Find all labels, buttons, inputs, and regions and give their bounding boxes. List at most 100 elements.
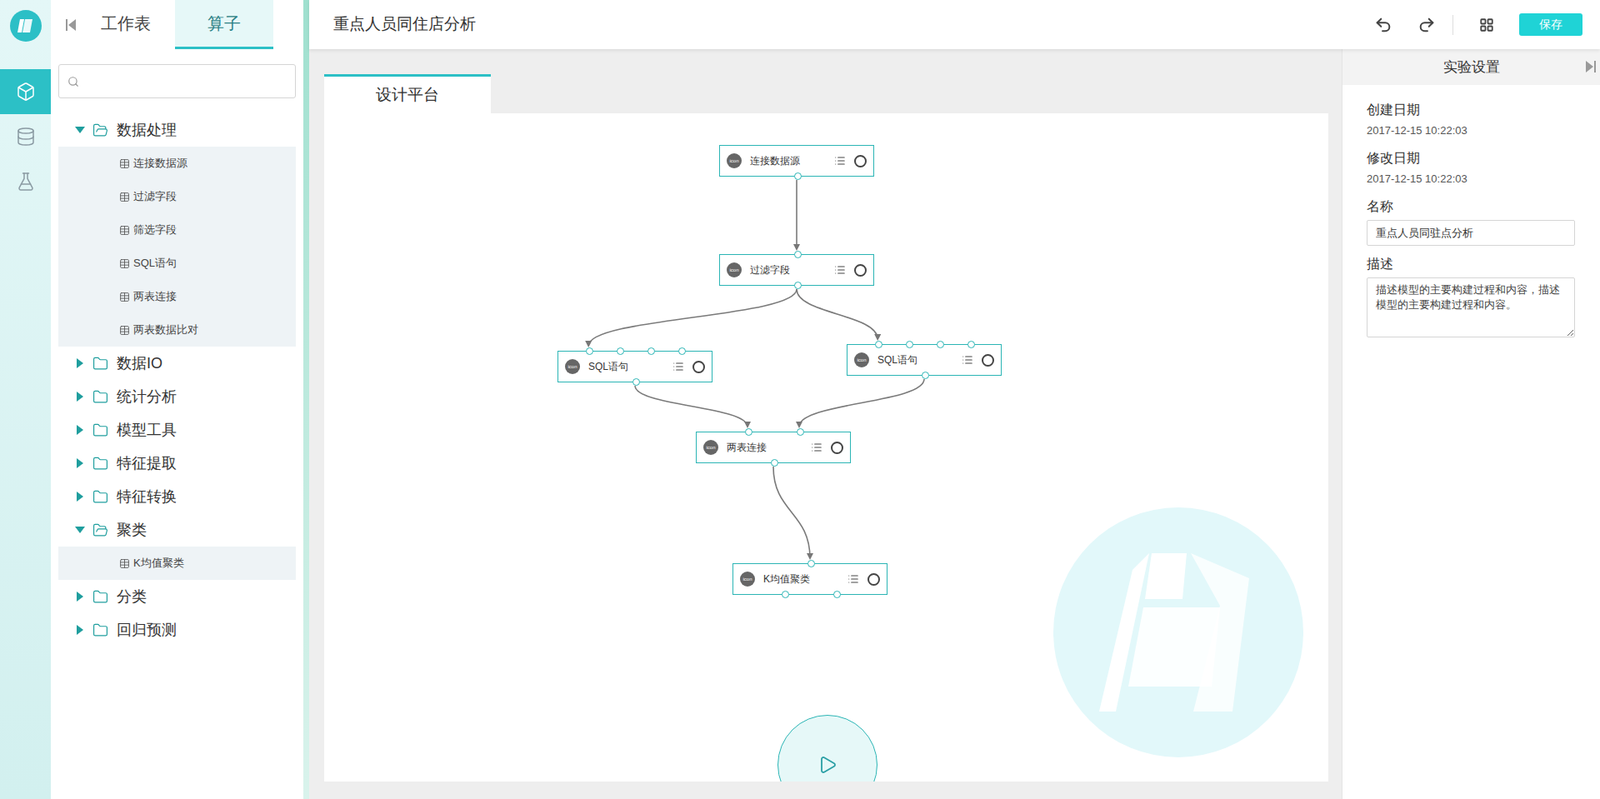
- list-icon[interactable]: [834, 155, 846, 167]
- operator-item[interactable]: 过滤字段: [58, 180, 296, 214]
- undo-icon[interactable]: [1374, 15, 1393, 35]
- caret-right-icon[interactable]: [74, 390, 86, 403]
- list-icon[interactable]: [847, 573, 860, 585]
- collapse-icon[interactable]: [65, 18, 77, 32]
- page-title: 重点人员同住店分析: [333, 12, 476, 37]
- diagram-node[interactable]: icon过滤字段: [719, 254, 875, 286]
- edge[interactable]: [799, 379, 925, 427]
- operator-item[interactable]: 筛选字段: [58, 213, 296, 247]
- caret-right-icon[interactable]: [74, 424, 86, 436]
- input-port[interactable]: [616, 347, 625, 355]
- diagram-node[interactable]: icon连接数据源: [719, 145, 875, 177]
- folder-row[interactable]: 模型工具: [50, 413, 304, 447]
- input-port[interactable]: [807, 560, 815, 568]
- caret-down-icon[interactable]: [74, 524, 86, 536]
- tree-folder: 特征转换: [50, 480, 304, 514]
- redo-icon[interactable]: [1417, 15, 1436, 35]
- output-port[interactable]: [632, 378, 640, 386]
- main: 重点人员同住店分析保存设计平台icon连接数据源icon过滤字段iconSQL语…: [309, 0, 1600, 799]
- caret-right-icon[interactable]: [74, 490, 86, 503]
- input-port[interactable]: [794, 250, 802, 259]
- input-port[interactable]: [585, 347, 594, 355]
- caret-right-icon[interactable]: [74, 457, 86, 470]
- panel-tab[interactable]: 工作表: [76, 0, 175, 50]
- operator-item[interactable]: SQL语句: [58, 246, 296, 280]
- caret-right-icon[interactable]: [74, 357, 86, 370]
- field-label: 修改日期: [1366, 148, 1576, 169]
- caret-right-icon[interactable]: [74, 624, 86, 636]
- diagram-node[interactable]: iconSQL语句: [846, 344, 1002, 376]
- node-status: [981, 354, 995, 367]
- output-port[interactable]: [794, 172, 802, 180]
- canvas-tab[interactable]: 设计平台: [324, 74, 491, 114]
- folder-row[interactable]: 数据IO: [50, 346, 304, 380]
- operator-item[interactable]: K均值聚类: [58, 546, 296, 580]
- edge[interactable]: [795, 180, 798, 250]
- nav-item[interactable]: [0, 114, 51, 160]
- run-button[interactable]: [777, 715, 878, 782]
- list-icon[interactable]: [810, 441, 823, 454]
- nav-item[interactable]: [0, 159, 51, 205]
- node-status: [867, 573, 880, 586]
- input-port[interactable]: [745, 428, 753, 436]
- input-port[interactable]: [678, 347, 686, 355]
- input-port[interactable]: [905, 340, 914, 349]
- folder-row[interactable]: 统计分析: [50, 380, 304, 414]
- design-canvas[interactable]: icon连接数据源icon过滤字段iconSQL语句iconSQL语句icon两…: [324, 113, 1329, 782]
- folder-row[interactable]: 特征转换: [50, 480, 304, 514]
- folder-row[interactable]: 特征提取: [50, 446, 304, 480]
- settings-field: 名称: [1366, 196, 1576, 246]
- folder-label: 统计分析: [116, 385, 177, 409]
- nav-bar: [0, 0, 51, 799]
- description-textarea[interactable]: 描述模型的主要构建过程和内容，描述模型的主要构建过程和内容。: [1366, 277, 1575, 338]
- folder-row[interactable]: 回归预测: [50, 613, 304, 647]
- input-port[interactable]: [647, 347, 655, 355]
- caret-right-icon[interactable]: [74, 590, 86, 603]
- save-button[interactable]: 保存: [1519, 13, 1583, 36]
- folder-label: 模型工具: [116, 419, 177, 442]
- node-label: SQL语句: [588, 359, 665, 375]
- operator-item[interactable]: 两表连接: [58, 280, 296, 314]
- diagram-node[interactable]: icon两表连接: [695, 431, 851, 464]
- name-input[interactable]: [1366, 220, 1575, 246]
- folder-icon: [92, 355, 109, 372]
- edge[interactable]: [796, 289, 878, 340]
- panel-tab[interactable]: 算子: [175, 0, 274, 50]
- output-port[interactable]: [921, 371, 930, 380]
- list-icon[interactable]: [834, 264, 846, 276]
- output-port[interactable]: [770, 459, 779, 467]
- collapse-right-icon[interactable]: [1585, 60, 1597, 74]
- settings-panel: 实验设置创建日期2017-12-15 10:22:03修改日期2017-12-1…: [1341, 49, 1600, 799]
- panel-divider[interactable]: [303, 0, 310, 799]
- nav-item[interactable]: [0, 69, 51, 115]
- node-icon: icon: [565, 359, 580, 375]
- node-icon: icon: [740, 571, 755, 587]
- table-icon: [119, 158, 130, 170]
- edge[interactable]: [635, 385, 748, 427]
- diagram-node[interactable]: iconK均值聚类: [732, 563, 888, 595]
- edge[interactable]: [588, 289, 797, 346]
- list-icon[interactable]: [961, 354, 974, 366]
- node-status: [830, 441, 844, 455]
- input-port[interactable]: [967, 340, 975, 349]
- input-port[interactable]: [875, 340, 883, 349]
- node-icon: icon: [726, 262, 742, 278]
- output-port[interactable]: [833, 590, 841, 599]
- output-port[interactable]: [781, 590, 790, 599]
- list-icon[interactable]: [672, 360, 685, 373]
- logo-icon[interactable]: [9, 9, 43, 43]
- search-input[interactable]: [84, 72, 287, 90]
- operator-item[interactable]: 连接数据源: [58, 146, 296, 180]
- input-port[interactable]: [796, 428, 805, 436]
- grid-icon[interactable]: [1479, 17, 1495, 33]
- output-port[interactable]: [794, 281, 802, 290]
- caret-down-icon[interactable]: [74, 124, 86, 136]
- folder-row[interactable]: 分类: [50, 580, 304, 614]
- search-box[interactable]: [58, 64, 296, 99]
- operator-item[interactable]: 两表数据比对: [58, 313, 296, 347]
- diagram-node[interactable]: icon SQL语句: [557, 350, 713, 383]
- folder-row[interactable]: 数据处理: [50, 113, 304, 147]
- folder-row[interactable]: 聚类: [50, 513, 304, 547]
- edge[interactable]: [773, 466, 810, 559]
- input-port[interactable]: [936, 340, 945, 349]
